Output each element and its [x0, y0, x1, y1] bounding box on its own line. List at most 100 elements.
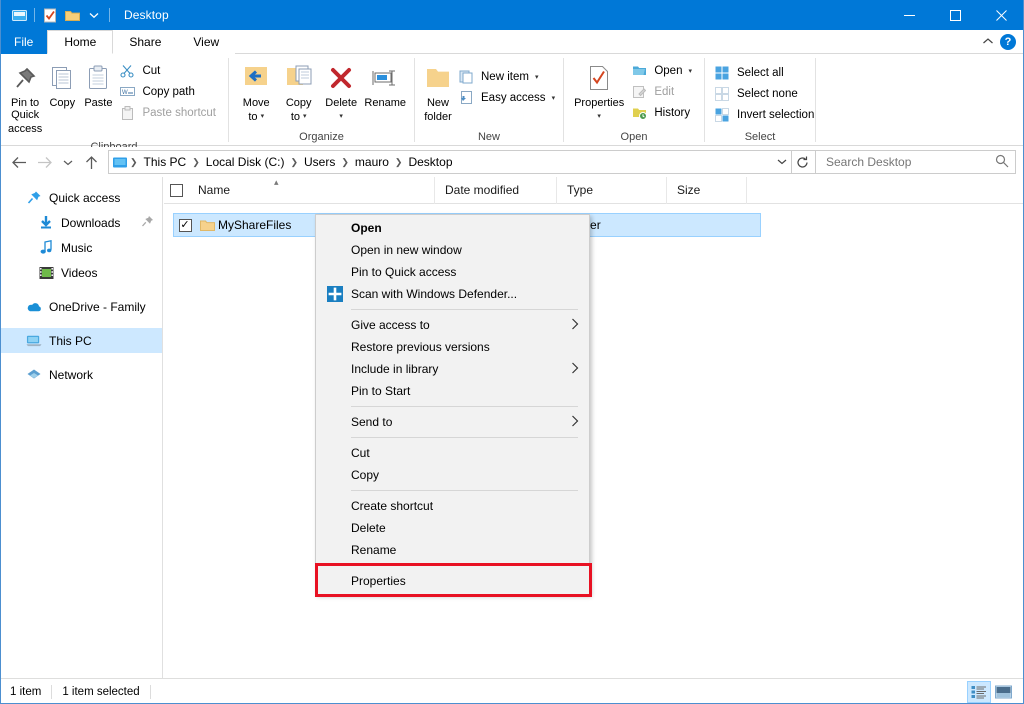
- menu-item-properties[interactable]: Properties: [316, 570, 589, 592]
- breadcrumb-item-local-disk[interactable]: Local Disk (C:): [201, 151, 290, 173]
- tab-view[interactable]: View: [177, 30, 236, 54]
- large-icons-view-button[interactable]: [992, 682, 1014, 702]
- chevron-down-icon[interactable]: [83, 4, 105, 26]
- menu-item-rename-label: Rename: [351, 543, 397, 557]
- menu-item-copy-label: Copy: [351, 468, 380, 482]
- breadcrumb[interactable]: ❯ This PC ❯ Local Disk (C:) ❯ Users ❯ ma…: [108, 150, 816, 174]
- move-to-button[interactable]: Move to ▾: [235, 58, 277, 126]
- chevron-down-icon[interactable]: ▾: [339, 111, 343, 123]
- menu-item-include-in-library[interactable]: Include in library: [316, 358, 589, 380]
- search-box[interactable]: [816, 150, 1016, 174]
- column-header-type[interactable]: Type: [557, 176, 667, 204]
- menu-item-pin-to-start[interactable]: Pin to Start: [316, 380, 589, 402]
- maximize-button[interactable]: [932, 0, 978, 30]
- edit-button[interactable]: Edit: [628, 81, 698, 102]
- new-folder-button[interactable]: New folder: [421, 58, 455, 126]
- delete-button[interactable]: Delete ▾: [320, 58, 362, 126]
- pin-to-quick-access-button[interactable]: Pin to Quick access: [6, 58, 44, 138]
- search-icon[interactable]: [995, 154, 1009, 171]
- search-input[interactable]: [826, 155, 995, 169]
- chevron-down-icon[interactable]: ▾: [552, 94, 556, 102]
- breadcrumb-separator[interactable]: ❯: [394, 157, 404, 168]
- chevron-down-icon[interactable]: ▾: [535, 73, 539, 81]
- chevron-down-icon[interactable]: ▾: [688, 67, 692, 75]
- column-header-name[interactable]: Name: [188, 176, 435, 204]
- copy-button[interactable]: Copy: [44, 58, 80, 112]
- menu-item-create-shortcut[interactable]: Create shortcut: [316, 495, 589, 517]
- sidebar-item-videos[interactable]: Videos: [0, 260, 162, 285]
- menu-item-open-in-new-window[interactable]: Open in new window: [316, 239, 589, 261]
- column-header-date-modified[interactable]: Date modified: [435, 176, 557, 204]
- cut-button[interactable]: Cut: [116, 60, 222, 81]
- checkbox[interactable]: ✓: [178, 218, 192, 232]
- tab-file[interactable]: File: [0, 30, 48, 54]
- select-all-checkbox-header[interactable]: [164, 177, 188, 204]
- new-item-button[interactable]: New item ▾: [455, 66, 561, 87]
- breadcrumb-item-users[interactable]: Users: [299, 151, 340, 173]
- folder-icon[interactable]: [61, 4, 83, 26]
- select-all-button[interactable]: Select all: [711, 62, 820, 83]
- menu-item-cut[interactable]: Cut: [316, 442, 589, 464]
- row-checkbox[interactable]: ✓: [174, 218, 196, 232]
- menu-item-properties-label: Properties: [351, 574, 406, 588]
- breadcrumb-separator[interactable]: ❯: [289, 157, 299, 168]
- forward-button[interactable]: [32, 149, 58, 175]
- paste-shortcut-button[interactable]: Paste shortcut: [116, 102, 222, 123]
- properties-button[interactable]: Properties ▾: [570, 58, 628, 126]
- chevron-down-icon[interactable]: ▾: [597, 111, 601, 123]
- up-button[interactable]: [78, 149, 104, 175]
- sidebar-item-downloads[interactable]: Downloads: [0, 210, 162, 235]
- menu-item-give-access-to[interactable]: Give access to: [316, 314, 589, 336]
- menu-item-rename[interactable]: Rename: [316, 539, 589, 561]
- paste-button[interactable]: Paste: [80, 58, 116, 112]
- checkbox[interactable]: [169, 183, 183, 197]
- chevron-up-icon[interactable]: [982, 36, 994, 48]
- menu-separator: [351, 406, 578, 407]
- breadcrumb-item-this-pc[interactable]: This PC: [139, 151, 192, 173]
- help-icon[interactable]: ?: [1000, 33, 1016, 50]
- delete-icon: [328, 61, 354, 95]
- refresh-icon[interactable]: [791, 150, 813, 174]
- folder-properties-icon[interactable]: [8, 4, 30, 26]
- status-item-count: 1 item: [10, 685, 42, 698]
- sidebar-item-network[interactable]: Network: [0, 362, 162, 387]
- chevron-down-icon[interactable]: [773, 157, 791, 167]
- sidebar-item-this-pc[interactable]: This PC: [0, 328, 162, 353]
- menu-item-open[interactable]: Open: [316, 217, 589, 239]
- back-button[interactable]: [6, 149, 32, 175]
- breadcrumb-item-mauro[interactable]: mauro: [350, 151, 394, 173]
- minimize-button[interactable]: [886, 0, 932, 30]
- chevron-down-icon[interactable]: ▾: [261, 111, 265, 123]
- copy-path-button[interactable]: W Copy path: [116, 81, 222, 102]
- sidebar-item-quick-access[interactable]: Quick access: [0, 185, 162, 210]
- invert-selection-button[interactable]: Invert selection: [711, 104, 820, 125]
- tab-home[interactable]: Home: [47, 30, 114, 54]
- close-button[interactable]: [978, 0, 1024, 30]
- copy-to-button[interactable]: Copy to ▾: [277, 58, 319, 126]
- breadcrumb-separator[interactable]: ❯: [340, 157, 350, 168]
- column-header-size[interactable]: Size: [667, 176, 747, 204]
- breadcrumb-separator[interactable]: ❯: [191, 157, 201, 168]
- menu-item-scan-with-windows-defender[interactable]: Scan with Windows Defender...: [316, 283, 589, 305]
- open-button[interactable]: Open ▾: [628, 60, 698, 81]
- menu-item-send-to[interactable]: Send to: [316, 411, 589, 433]
- rename-button[interactable]: Rename: [362, 58, 408, 112]
- sidebar-item-music[interactable]: Music: [0, 235, 162, 260]
- select-none-button[interactable]: Select none: [711, 83, 820, 104]
- details-view-button[interactable]: [967, 680, 991, 703]
- menu-item-copy[interactable]: Copy: [316, 464, 589, 486]
- checkmark-doc-icon[interactable]: [39, 4, 61, 26]
- chevron-down-icon[interactable]: ▾: [303, 111, 307, 123]
- pin-icon[interactable]: [141, 215, 154, 231]
- pin-icon: [12, 61, 38, 95]
- menu-item-delete[interactable]: Delete: [316, 517, 589, 539]
- easy-access-button[interactable]: Easy access ▾: [455, 87, 561, 108]
- sidebar-item-onedrive[interactable]: OneDrive - Family: [0, 294, 162, 319]
- menu-item-restore-previous-versions[interactable]: Restore previous versions: [316, 336, 589, 358]
- menu-item-pin-to-quick-access[interactable]: Pin to Quick access: [316, 261, 589, 283]
- history-button[interactable]: History: [628, 102, 698, 123]
- recent-locations-button[interactable]: [58, 149, 78, 175]
- breadcrumb-separator[interactable]: ❯: [129, 157, 139, 168]
- breadcrumb-item-desktop[interactable]: Desktop: [403, 151, 457, 173]
- tab-share[interactable]: Share: [113, 30, 178, 54]
